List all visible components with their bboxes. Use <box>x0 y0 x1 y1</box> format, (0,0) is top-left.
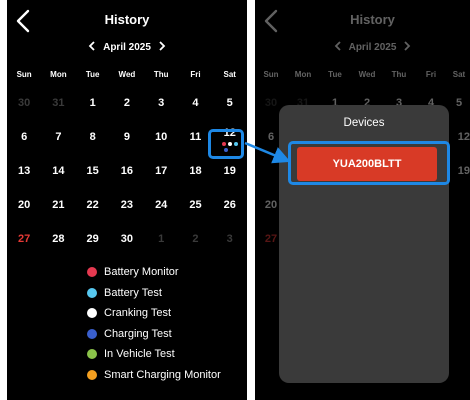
calendar-day[interactable]: 6 <box>7 120 41 154</box>
calendar-day[interactable]: 1 <box>76 86 110 120</box>
chevron-right-icon <box>404 41 411 51</box>
calendar-week: 20 21 22 23 24 25 26 <box>7 188 247 222</box>
month-label: April 2025 <box>103 42 151 53</box>
legend-dot-icon <box>87 267 97 278</box>
weekday-label: Sat <box>452 69 466 79</box>
weekday-label: Fri <box>425 69 437 79</box>
legend-item: Charging Test <box>87 324 221 345</box>
calendar-day[interactable]: 25 <box>178 188 212 222</box>
calendar-day[interactable]: 17 <box>144 154 178 188</box>
weekday-label: Sun <box>263 69 279 79</box>
history-screen-right: History April 2025 Sun Mon Tue Wed Thu F… <box>255 0 470 400</box>
history-screen-left: History April 2025 Sun Mon Tue Wed Thu F… <box>7 0 247 400</box>
calendar-day[interactable]: 30 <box>110 222 144 256</box>
legend-label: Cranking Test <box>104 307 172 320</box>
legend-label: Battery Test <box>104 286 162 299</box>
legend-item: Cranking Test <box>87 303 221 324</box>
legend-dot-icon <box>87 287 97 298</box>
chevron-right-icon[interactable] <box>157 40 167 52</box>
month-label: April 2025 <box>348 42 397 53</box>
calendar-day[interactable]: 8 <box>76 120 110 154</box>
weekday-label: Wed <box>118 69 136 79</box>
calendar-day[interactable]: 22 <box>76 188 110 222</box>
calendar-day[interactable]: 10 <box>144 120 178 154</box>
calendar-day[interactable]: 29 <box>76 222 110 256</box>
calendar-day[interactable]: 18 <box>178 154 212 188</box>
legend-dot-icon <box>87 328 97 339</box>
calendar-day[interactable]: 28 <box>41 222 75 256</box>
modal-title: Devices <box>343 117 385 129</box>
weekday-label: Tue <box>85 69 100 79</box>
calendar-day[interactable]: 3 <box>144 86 178 120</box>
calendar-day: 31 <box>52 97 65 109</box>
calendar-day[interactable]: 9 <box>110 120 144 154</box>
weekday-header: Sun Mon Tue Wed Thu Fri Sat <box>255 62 470 86</box>
legend-item: Smart Charging Monitor <box>87 365 221 386</box>
legend-item: Battery Test <box>87 283 221 304</box>
calendar-week: 27 28 29 30 1 2 3 <box>7 222 247 256</box>
highlight-device-button <box>288 141 450 185</box>
calendar-week: 30 31 1 2 3 4 5 <box>7 86 247 120</box>
weekday-header: Sun Mon Tue Wed Thu Fri Sat <box>7 62 247 86</box>
calendar-day[interactable]: 16 <box>110 154 144 188</box>
month-selector: April 2025 <box>265 40 470 53</box>
weekday-label: Mon <box>294 69 312 79</box>
calendar-day[interactable]: 5 <box>213 86 247 120</box>
legend-dot-icon <box>87 349 97 360</box>
calendar-day[interactable]: 2 <box>110 86 144 120</box>
calendar-day[interactable]: 7 <box>41 120 75 154</box>
calendar-day: 12 <box>457 131 470 143</box>
calendar-day: 30 <box>18 97 31 109</box>
calendar-grid: Sun Mon Tue Wed Thu Fri Sat 30 31 1 2 3 … <box>7 62 247 256</box>
weekday-label: Wed <box>358 69 376 79</box>
calendar-day[interactable]: 26 <box>213 188 247 222</box>
page-title: History <box>104 12 150 27</box>
calendar-day[interactable]: 21 <box>41 188 75 222</box>
legend-dot-icon <box>87 308 97 319</box>
legend-label: In Vehicle Test <box>104 348 175 361</box>
weekday-label: Tue <box>328 69 342 79</box>
chevron-left-icon <box>334 41 341 51</box>
legend-label: Battery Monitor <box>104 266 179 279</box>
chevron-left-icon[interactable] <box>87 40 97 52</box>
calendar-day[interactable]: 23 <box>110 188 144 222</box>
weekday-label: Thu <box>391 69 407 79</box>
weekday-label: Sun <box>16 69 32 79</box>
calendar-day[interactable]: 24 <box>144 188 178 222</box>
month-selector: April 2025 <box>7 40 247 53</box>
weekday-label: Sat <box>223 69 236 79</box>
legend-label: Charging Test <box>104 327 172 340</box>
highlight-day-12 <box>208 129 244 159</box>
calendar-day: 3 <box>226 233 233 245</box>
calendar-day[interactable]: 20 <box>7 188 41 222</box>
calendar-day: 5 <box>455 97 463 109</box>
legend-dot-icon <box>87 369 97 380</box>
calendar-day-today[interactable]: 27 <box>7 222 41 256</box>
legend-item: In Vehicle Test <box>87 344 221 365</box>
weekday-label: Thu <box>153 69 169 79</box>
calendar-day[interactable]: 19 <box>213 154 247 188</box>
calendar-day: 1 <box>158 233 165 245</box>
weekday-label: Fri <box>190 69 201 79</box>
calendar-week: 13 14 15 16 17 18 19 <box>7 154 247 188</box>
legend-label: Smart Charging Monitor <box>104 368 221 381</box>
test-type-legend: Battery Monitor Battery Test Cranking Te… <box>87 262 221 385</box>
calendar-day[interactable]: 13 <box>7 154 41 188</box>
calendar-day[interactable]: 4 <box>178 86 212 120</box>
calendar-day[interactable]: 14 <box>41 154 75 188</box>
calendar-day: 2 <box>192 233 199 245</box>
calendar-day: 19 <box>457 165 470 177</box>
legend-item: Battery Monitor <box>87 262 221 283</box>
page-title: History <box>350 12 395 27</box>
weekday-label: Mon <box>50 69 67 79</box>
calendar-day[interactable]: 15 <box>76 154 110 188</box>
